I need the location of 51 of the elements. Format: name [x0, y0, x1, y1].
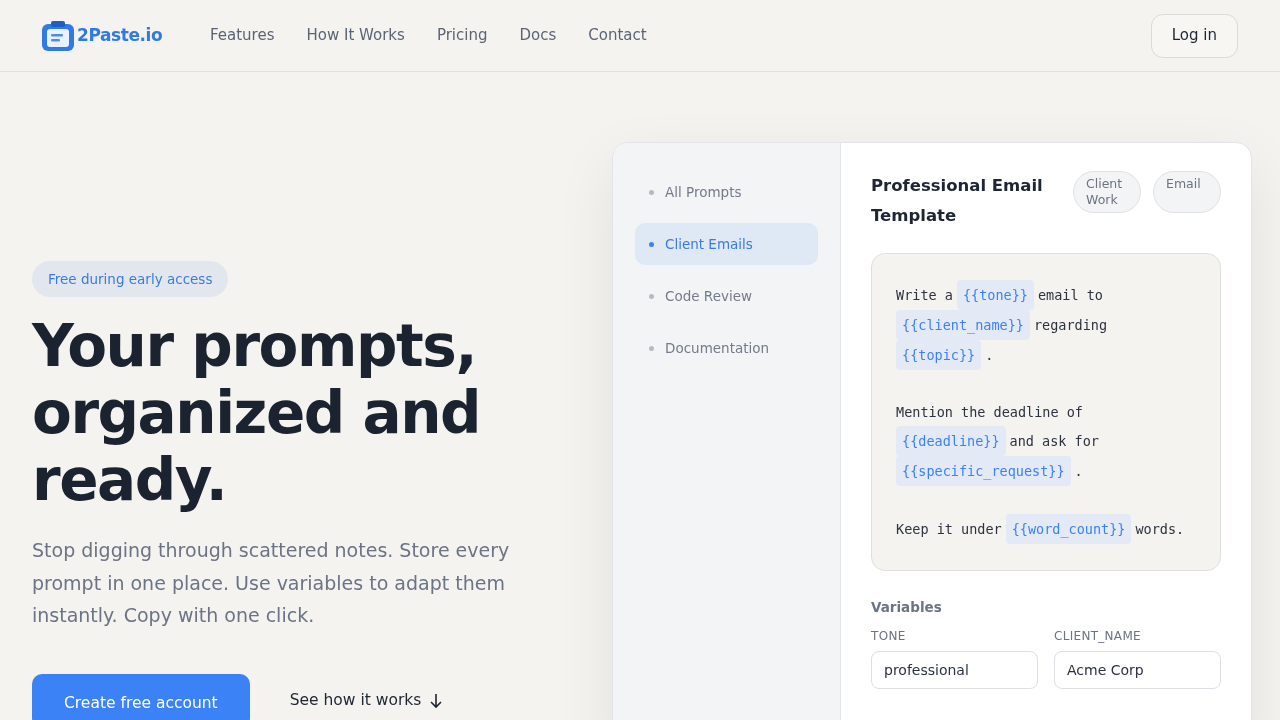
- variable-chip: {{deadline}}: [896, 426, 1006, 456]
- variable-chip: {{topic}}: [896, 340, 982, 370]
- variable-label: CLIENT_NAME: [1054, 628, 1142, 646]
- sidebar-label: Documentation: [665, 338, 770, 358]
- nav-link[interactable]: Pricing: [436, 24, 488, 47]
- prompt-text: and ask for: [1009, 433, 1099, 449]
- headline: ready.: [32, 447, 227, 515]
- variable-chip: {{word_count}}: [1005, 514, 1132, 544]
- headline: organized and: [32, 380, 481, 448]
- brand-name[interactable]: 2Paste.io: [77, 22, 163, 49]
- variable-chip: {{tone}}: [956, 280, 1034, 310]
- prompt-text: Mention the deadline of: [896, 404, 1083, 420]
- prompt-text: regarding: [1033, 317, 1108, 333]
- see-how-it-works-link[interactable]: See how it works: [289, 689, 444, 713]
- bullet-icon: [649, 189, 654, 195]
- prompt-text: Keep it under: [896, 521, 1002, 537]
- nav-link[interactable]: Features: [210, 24, 275, 47]
- headline: Your prompts,: [32, 313, 476, 381]
- sidebar-label: All Prompts: [665, 182, 742, 202]
- variable-label: TONE: [871, 628, 907, 646]
- variable-chip: {{client_name}}: [896, 310, 1030, 340]
- sidebar-item[interactable]: Client Emails: [635, 223, 818, 265]
- variables-heading: Variables: [871, 598, 942, 617]
- nav-link[interactable]: How It Works: [306, 24, 405, 47]
- prompt-text: email to: [1037, 287, 1103, 303]
- clipboard-logo-icon: [42, 20, 74, 51]
- prompt-text: words.: [1135, 521, 1185, 537]
- nav-link[interactable]: Contact: [588, 24, 647, 47]
- tag: Email: [1153, 171, 1221, 213]
- login-button[interactable]: Log in: [1150, 13, 1238, 58]
- early-access-badge: Free during early access: [32, 261, 229, 298]
- bullet-icon: [649, 345, 654, 351]
- tag: Client Work: [1073, 171, 1141, 213]
- variable-input[interactable]: professional: [871, 651, 1038, 690]
- prompt-text: .: [985, 347, 994, 363]
- bullet-icon: [649, 241, 654, 247]
- sidebar-item[interactable]: All Prompts: [635, 171, 818, 213]
- bullet-icon: [649, 293, 654, 299]
- nav-link[interactable]: Docs: [519, 24, 557, 47]
- hero-description: Stop digging through scattered notes. Store every prompt in one place. Use variables to adapt them instantly. Copy with one click.: [32, 538, 511, 629]
- sidebar-label: Client Emails: [665, 234, 753, 254]
- prompt-text: .: [1074, 463, 1083, 479]
- variable-input[interactable]: Acme Corp: [1054, 651, 1221, 690]
- down-arrow-icon: [429, 692, 444, 709]
- sidebar-item[interactable]: Documentation: [635, 327, 818, 369]
- prompt-text: Write a: [896, 287, 953, 303]
- sidebar-item[interactable]: Code Review: [635, 275, 818, 317]
- variable-chip: {{specific_request}}: [896, 456, 1071, 486]
- sidebar-label: Code Review: [665, 286, 753, 306]
- create-account-button[interactable]: Create free account: [32, 673, 250, 720]
- prompt-title: Professional Email Template: [871, 175, 1044, 227]
